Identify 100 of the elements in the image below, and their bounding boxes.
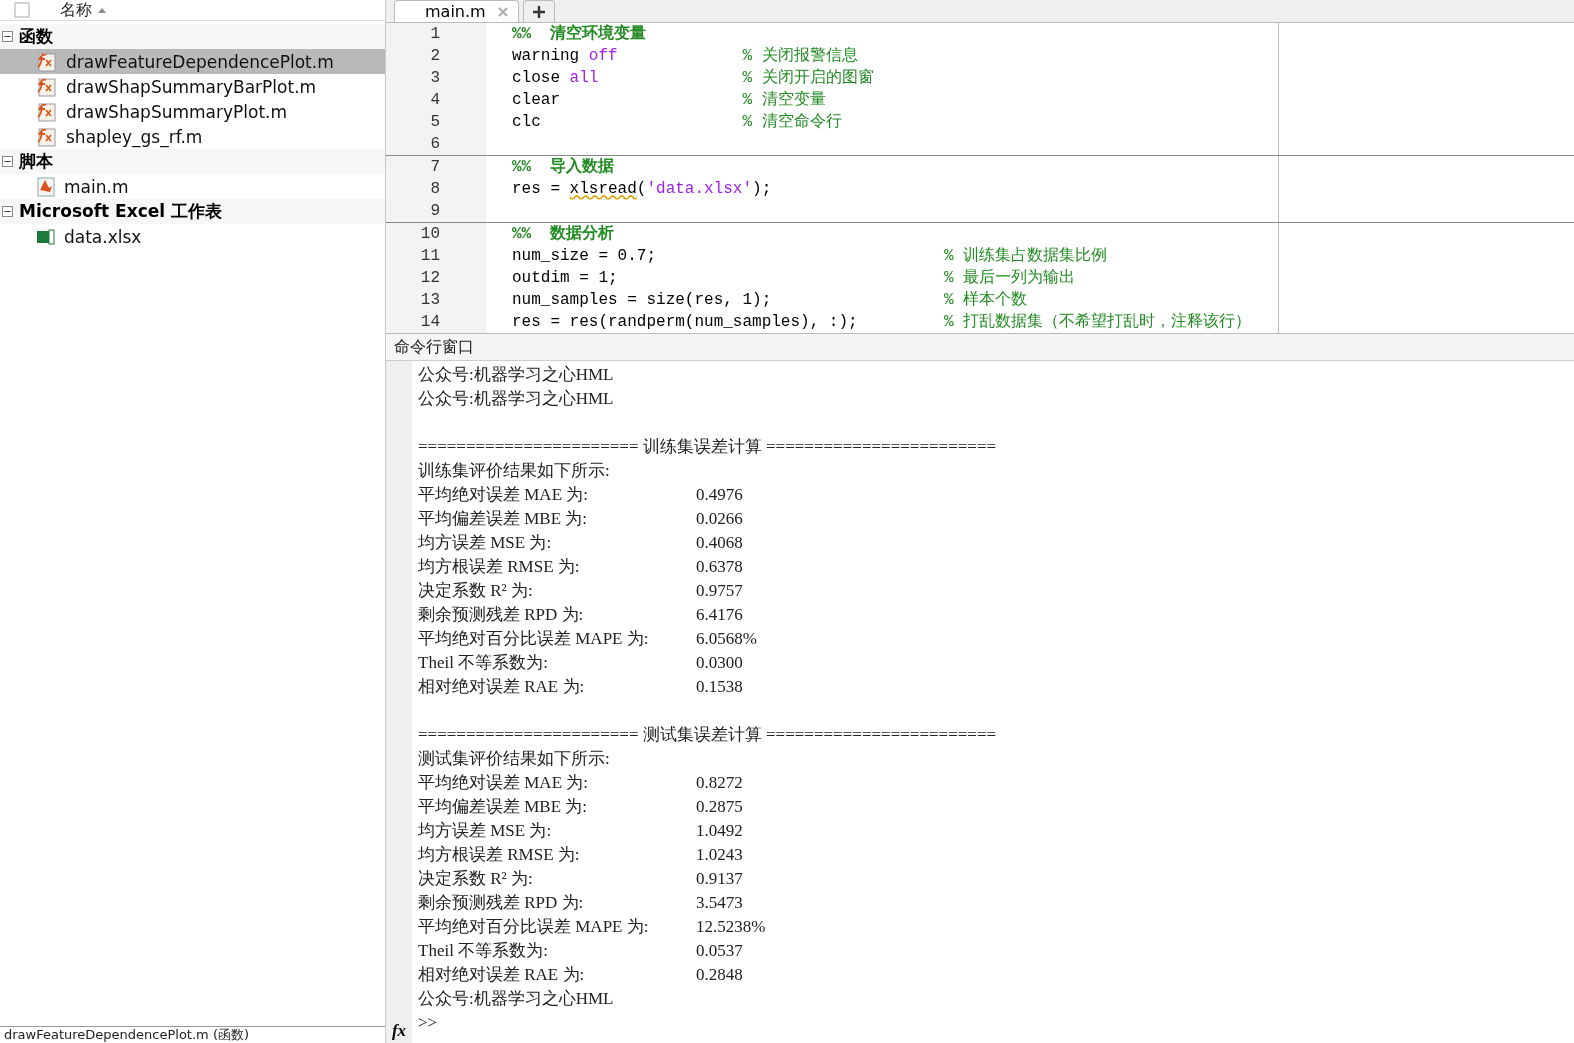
file-item[interactable]: shapley_gs_rf.m	[0, 124, 385, 149]
metric-value: 6.0568%	[696, 628, 757, 650]
file-name: drawFeatureDependencePlot.m	[66, 51, 334, 72]
file-item[interactable]: drawShapSummaryPlot.m	[0, 99, 385, 124]
keyword: all	[569, 69, 599, 87]
collapse-icon[interactable]	[2, 156, 13, 167]
line-number: 12	[386, 267, 486, 289]
metric-label: 均方误差 MSE 为:	[418, 532, 553, 554]
metric-value: 1.0492	[696, 820, 743, 842]
line-number: 5	[386, 111, 486, 133]
metric-label: 相对绝对误差 RAE 为:	[418, 676, 586, 698]
function-browser-icon[interactable]: fx	[391, 1021, 407, 1041]
code-comment: % 清空变量	[742, 89, 826, 111]
details-bar: drawFeatureDependencePlot.m (函数)	[0, 1026, 385, 1043]
code-comment: % 打乱数据集（不希望打乱时，注释该行）	[944, 311, 1252, 333]
section-title: %% 导入数据	[512, 158, 615, 176]
code-text: xlsread	[569, 180, 637, 198]
function-file-icon	[36, 75, 58, 98]
line-number: 7	[386, 156, 486, 178]
code-text: clear	[512, 91, 560, 109]
group-label: Microsoft Excel 工作表	[19, 200, 223, 223]
file-item[interactable]: main.m	[0, 174, 385, 199]
metric-label: 平均偏差误差 MBE 为:	[418, 508, 589, 530]
code-comment: % 最后一列为输出	[944, 268, 1076, 289]
output-line: 公众号:机器学习之心HML	[418, 388, 614, 410]
function-file-icon	[36, 50, 58, 73]
code-text: warning	[512, 47, 581, 65]
code-text: );	[752, 180, 772, 198]
section-title: %% 数据分析	[512, 225, 615, 243]
script-file-icon	[36, 175, 56, 198]
code-text: close	[512, 69, 561, 87]
metric-value: 0.9757	[696, 580, 743, 602]
metric-value: 0.9137	[696, 868, 743, 890]
metric-value: 0.4976	[696, 484, 743, 506]
line-number: 14	[386, 311, 486, 333]
metric-label: 剩余预测残差 RPD 为:	[418, 604, 585, 626]
output-line: ======================= 测试集误差计算 ========================	[418, 724, 997, 746]
code-comment: % 训练集占数据集比例	[944, 246, 1108, 267]
output-line: ======================= 训练集误差计算 ========================	[418, 436, 997, 458]
metric-value: 3.5473	[696, 892, 743, 914]
code-text: clc	[512, 113, 541, 131]
line-number: 2	[386, 45, 486, 67]
metric-value: 0.8272	[696, 772, 743, 794]
line-number: 6	[386, 133, 486, 155]
metric-label: Theil 不等系数为:	[418, 652, 549, 674]
metric-value: 0.6378	[696, 556, 743, 578]
metric-value: 0.0266	[696, 508, 743, 530]
metric-label: 平均绝对误差 MAE 为:	[418, 772, 589, 794]
code-text: res = res(randperm(num_samples), :);	[512, 313, 858, 331]
column-header[interactable]: 名称	[60, 0, 92, 20]
metric-label: 相对绝对误差 RAE 为:	[418, 964, 586, 986]
metric-label: 平均偏差误差 MBE 为:	[418, 796, 589, 818]
code-comment: % 样本个数	[944, 290, 1028, 311]
collapse-icon[interactable]	[2, 206, 13, 217]
file-name: drawShapSummaryBarPlot.m	[66, 76, 317, 97]
line-number: 9	[386, 200, 486, 222]
group-label: 脚本	[19, 150, 53, 173]
metric-value: 6.4176	[696, 604, 743, 626]
line-number: 11	[386, 245, 486, 267]
panel-title: 命令行窗口	[386, 334, 1574, 361]
metric-label: 平均绝对百分比误差 MAPE 为:	[418, 916, 650, 938]
metric-value: 0.0300	[696, 652, 743, 674]
code-text: res =	[512, 180, 561, 198]
group-label: 函数	[19, 25, 53, 48]
metric-label: 平均绝对百分比误差 MAPE 为:	[418, 628, 650, 650]
code-text: num_size = 0.7;	[512, 247, 657, 265]
new-tab-button[interactable]	[522, 0, 555, 22]
output-line: 测试集评价结果如下所示:	[418, 748, 610, 770]
file-name: shapley_gs_rf.m	[66, 126, 203, 147]
metric-value: 1.0243	[696, 844, 743, 866]
file-name: data.xlsx	[64, 226, 142, 247]
file-item[interactable]: drawFeatureDependencePlot.m	[0, 49, 385, 74]
command-prompt[interactable]: >>	[418, 1011, 438, 1035]
file-item[interactable]: data.xlsx	[0, 224, 385, 249]
file-item[interactable]: drawShapSummaryBarPlot.m	[0, 74, 385, 99]
line-number: 8	[386, 178, 486, 200]
function-file-icon	[36, 125, 58, 148]
keyword: off	[588, 47, 618, 65]
line-number: 10	[386, 223, 486, 245]
string-literal: 'data.xlsx'	[646, 180, 753, 198]
code-comment: % 关闭开启的图窗	[742, 67, 874, 89]
function-file-icon	[36, 100, 58, 123]
metric-value: 0.2848	[696, 964, 743, 986]
metric-label: 决定系数 R² 为:	[418, 580, 534, 602]
metric-label: 均方根误差 RMSE 为:	[418, 556, 581, 578]
metric-value: 12.5238%	[696, 916, 766, 938]
code-comment: % 关闭报警信息	[742, 45, 858, 67]
line-number: 4	[386, 89, 486, 111]
metric-value: 0.0537	[696, 940, 743, 962]
line-number: 13	[386, 289, 486, 311]
metric-value: 0.4068	[696, 532, 743, 554]
metric-label: 决定系数 R² 为:	[418, 868, 534, 890]
code-text: outdim = 1;	[512, 269, 618, 287]
output-line: 公众号:机器学习之心HML	[418, 988, 614, 1010]
section-title: %% 清空环境变量	[512, 25, 647, 43]
output-line: 训练集评价结果如下所示:	[418, 460, 610, 482]
collapse-icon[interactable]	[2, 31, 13, 42]
code-text: (	[636, 180, 647, 198]
editor-tab[interactable]: main.m	[394, 0, 519, 22]
metric-label: 平均绝对误差 MAE 为:	[418, 484, 589, 506]
